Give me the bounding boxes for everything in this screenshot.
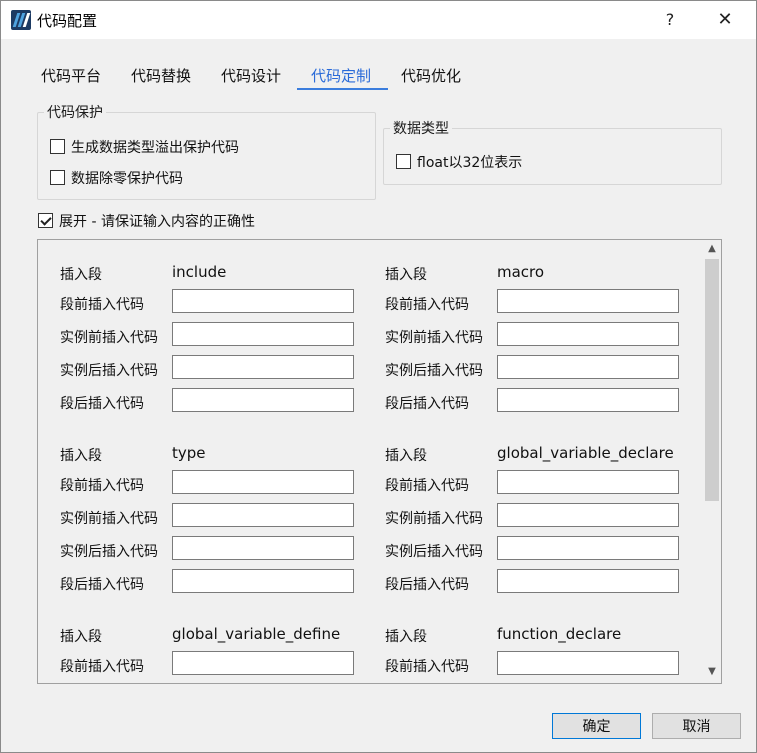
include-before-segment-input[interactable] <box>172 289 354 313</box>
segment-label: 插入段 <box>60 629 102 645</box>
float32-checkbox[interactable] <box>396 154 411 169</box>
expand-checkbox[interactable] <box>38 213 53 228</box>
gvdef-before-segment-input[interactable] <box>172 651 354 675</box>
before-segment-label: 段前插入代码 <box>60 297 144 313</box>
cancel-button[interactable]: 取消 <box>652 713 741 739</box>
after-instance-label: 实例后插入代码 <box>385 363 483 379</box>
segment-name-global-variable-declare: global_variable_declare <box>497 444 674 462</box>
before-instance-label: 实例前插入代码 <box>60 330 158 346</box>
tab-code-design[interactable]: 代码设计 <box>221 65 281 91</box>
segment-label: 插入段 <box>60 267 102 283</box>
after-instance-label: 实例后插入代码 <box>60 363 158 379</box>
after-segment-label: 段后插入代码 <box>60 396 144 412</box>
vertical-scrollbar[interactable]: ▲ ▼ <box>704 240 720 683</box>
macro-before-segment-input[interactable] <box>497 289 679 313</box>
macro-after-segment-input[interactable] <box>497 388 679 412</box>
segment-name-type: type <box>172 444 206 462</box>
segment-name-global-variable-define: global_variable_define <box>172 625 341 643</box>
before-segment-label: 段前插入代码 <box>385 478 469 494</box>
tab-code-optimize[interactable]: 代码优化 <box>401 65 461 91</box>
segment-label: 插入段 <box>385 629 427 645</box>
code-config-dialog: 代码配置 ? ✕ 代码平台 代码替换 代码设计 代码定制 代码优化 代码保护 生… <box>0 0 757 753</box>
after-segment-label: 段后插入代码 <box>385 577 469 593</box>
after-instance-label: 实例后插入代码 <box>385 544 483 560</box>
segment-name-macro: macro <box>497 263 545 281</box>
gvdecl-before-segment-input[interactable] <box>497 470 679 494</box>
include-after-segment-input[interactable] <box>172 388 354 412</box>
type-after-instance-input[interactable] <box>172 536 354 560</box>
before-instance-label: 实例前插入代码 <box>385 511 483 527</box>
overflow-protection-label: 生成数据类型溢出保护代码 <box>71 140 239 156</box>
type-before-segment-input[interactable] <box>172 470 354 494</box>
segment-label: 插入段 <box>385 448 427 464</box>
expand-label: 展开 - 请保证输入内容的正确性 <box>59 214 255 230</box>
include-after-instance-input[interactable] <box>172 355 354 379</box>
macro-before-instance-input[interactable] <box>497 322 679 346</box>
gvdecl-before-instance-input[interactable] <box>497 503 679 527</box>
after-segment-label: 段后插入代码 <box>60 577 144 593</box>
code-protection-title: 代码保护 <box>44 102 106 122</box>
scroll-thumb[interactable] <box>705 259 719 501</box>
title-bar: 代码配置 ? ✕ <box>1 1 756 39</box>
segment-name-function-declare: function_declare <box>497 625 622 643</box>
after-segment-label: 段后插入代码 <box>385 396 469 412</box>
gvdecl-after-instance-input[interactable] <box>497 536 679 560</box>
before-segment-label: 段前插入代码 <box>60 659 144 675</box>
app-logo-icon <box>11 10 31 30</box>
insert-code-panel[interactable]: 插入段 include 段前插入代码 实例前插入代码 实例后插入代码 段后插入代… <box>37 239 722 684</box>
scroll-up-icon[interactable]: ▲ <box>704 242 720 256</box>
segment-label: 插入段 <box>385 267 427 283</box>
segment-name-include: include <box>172 263 227 281</box>
div-zero-protection-checkbox[interactable] <box>50 170 65 185</box>
tab-code-replace[interactable]: 代码替换 <box>131 65 191 91</box>
before-segment-label: 段前插入代码 <box>385 297 469 313</box>
active-tab-indicator <box>297 88 388 90</box>
gvdecl-after-segment-input[interactable] <box>497 569 679 593</box>
ok-button[interactable]: 确定 <box>552 713 641 739</box>
after-instance-label: 实例后插入代码 <box>60 544 158 560</box>
before-segment-label: 段前插入代码 <box>385 659 469 675</box>
before-instance-label: 实例前插入代码 <box>385 330 483 346</box>
window-title: 代码配置 <box>37 12 98 30</box>
scroll-down-icon[interactable]: ▼ <box>704 665 720 679</box>
fdecl-before-segment-input[interactable] <box>497 651 679 675</box>
segment-label: 插入段 <box>60 448 102 464</box>
type-before-instance-input[interactable] <box>172 503 354 527</box>
float32-label: float以32位表示 <box>417 155 523 171</box>
tab-code-platform[interactable]: 代码平台 <box>41 65 101 91</box>
include-before-instance-input[interactable] <box>172 322 354 346</box>
div-zero-protection-label: 数据除零保护代码 <box>71 171 183 187</box>
overflow-protection-checkbox[interactable] <box>50 139 65 154</box>
help-button[interactable]: ? <box>653 7 687 33</box>
close-button[interactable]: ✕ <box>705 7 745 33</box>
before-instance-label: 实例前插入代码 <box>60 511 158 527</box>
data-type-title: 数据类型 <box>390 118 452 138</box>
type-after-segment-input[interactable] <box>172 569 354 593</box>
before-segment-label: 段前插入代码 <box>60 478 144 494</box>
macro-after-instance-input[interactable] <box>497 355 679 379</box>
